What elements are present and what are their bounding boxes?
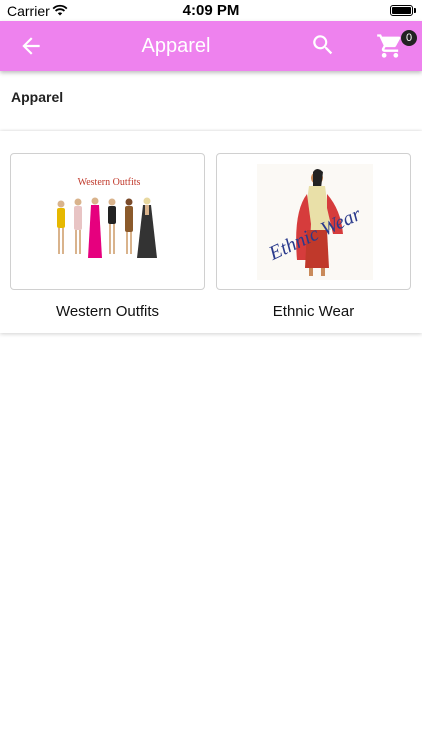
battery-cap xyxy=(414,8,416,13)
app-bar: Apparel 0 xyxy=(0,21,422,71)
category-card-ethnic-wear[interactable]: Ethnic Wear xyxy=(216,153,411,290)
status-bar: Carrier 4:09 PM xyxy=(0,0,422,21)
ethnic-wear-image: Ethnic Wear xyxy=(257,164,373,280)
clock: 4:09 PM xyxy=(182,2,240,19)
category-card-western-outfits[interactable]: Western Outfits xyxy=(10,153,205,290)
cart-icon[interactable] xyxy=(376,32,404,60)
category-grid: Western Outfits Western Outfits Ethnic W… xyxy=(0,131,422,333)
western-outfits-image-caption: Western Outfits xyxy=(78,177,141,188)
western-outfits-image: Western Outfits xyxy=(57,177,157,258)
cart-count-badge: 0 xyxy=(401,30,417,46)
category-label-ethnic-wear[interactable]: Ethnic Wear xyxy=(216,303,411,320)
search-icon[interactable] xyxy=(310,32,336,58)
section-title: Apparel xyxy=(11,89,64,105)
battery-icon xyxy=(390,5,413,16)
page-title: Apparel xyxy=(141,35,211,57)
category-label-western-outfits[interactable]: Western Outfits xyxy=(10,303,205,320)
